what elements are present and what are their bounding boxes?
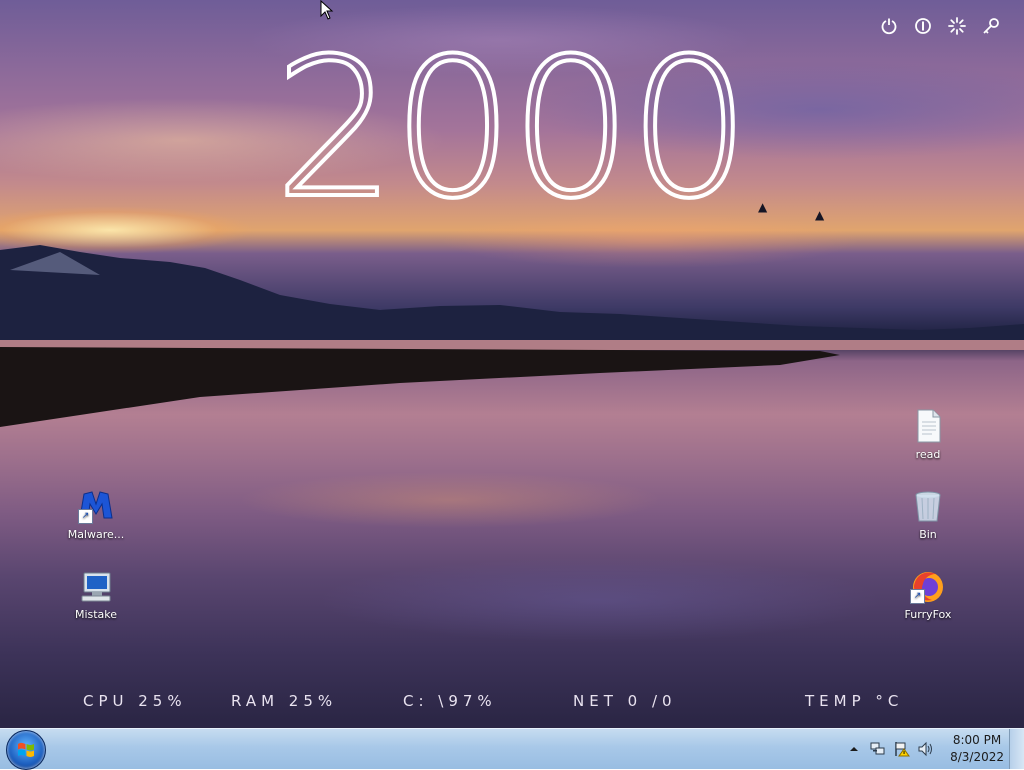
desktop-icon-label: Bin bbox=[919, 528, 937, 541]
recycle-bin-icon bbox=[910, 488, 946, 524]
wallpaper-lake-reflection bbox=[0, 440, 1024, 700]
show-desktop-button[interactable] bbox=[1009, 729, 1024, 769]
system-tray: 8:00 PM 8/3/2022 bbox=[846, 729, 1004, 769]
info-icon[interactable] bbox=[912, 15, 934, 37]
temperature: TEMP °C bbox=[805, 692, 904, 710]
network-usage: NET 0 /0 bbox=[573, 692, 677, 710]
key-icon[interactable] bbox=[980, 15, 1002, 37]
wallpaper-mountains bbox=[0, 245, 1024, 350]
show-hidden-icons-arrow[interactable] bbox=[846, 741, 862, 757]
system-stats-bar: CPU 25% RAM 25% C: \97% NET 0 /0 TEMP °C bbox=[0, 690, 1024, 714]
ram-usage: RAM 25% bbox=[231, 692, 338, 710]
taskbar: 8:00 PM 8/3/2022 bbox=[0, 728, 1024, 770]
computer-monitor-icon bbox=[78, 568, 114, 604]
desktop-icon-read[interactable]: read bbox=[888, 408, 968, 461]
desktop-icon-label: Mistake bbox=[74, 608, 118, 621]
shortcut-arrow-icon: ↗ bbox=[910, 589, 925, 604]
desktop-icon-malwarebytes[interactable]: ↗ Malware... bbox=[56, 488, 136, 541]
mouse-cursor-icon bbox=[320, 0, 334, 20]
text-file-icon bbox=[910, 408, 946, 444]
desktop-icon-label: read bbox=[915, 448, 941, 461]
wallpaper-shoreline bbox=[0, 347, 840, 427]
settings-sun-icon[interactable] bbox=[946, 15, 968, 37]
desktop-icon-label: FurryFox bbox=[904, 608, 952, 621]
taskbar-time: 8:00 PM bbox=[952, 733, 1002, 747]
bird-1: ▲ bbox=[758, 200, 768, 214]
windows-logo-icon bbox=[18, 742, 34, 757]
shortcut-arrow-icon: ↗ bbox=[78, 509, 93, 524]
network-icon[interactable] bbox=[870, 741, 886, 757]
taskbar-clock[interactable]: 8:00 PM 8/3/2022 bbox=[950, 732, 1004, 766]
malwarebytes-icon: ↗ bbox=[78, 488, 114, 524]
desktop-icon-label: Malware... bbox=[67, 528, 125, 541]
bird-2: ▲ bbox=[815, 208, 825, 222]
clock-display: 2000 bbox=[272, 18, 753, 241]
top-right-controls bbox=[878, 15, 1002, 37]
disk-usage: C: \97% bbox=[403, 692, 497, 710]
desktop-icon-mistake[interactable]: Mistake bbox=[56, 568, 136, 621]
start-button[interactable] bbox=[6, 730, 46, 770]
action-center-warning-icon[interactable] bbox=[894, 741, 911, 757]
taskbar-date: 8/3/2022 bbox=[950, 750, 1004, 764]
cpu-usage: CPU 25% bbox=[83, 692, 187, 710]
power-icon[interactable] bbox=[878, 15, 900, 37]
desktop-icon-furryfox[interactable]: ↗ FurryFox bbox=[888, 568, 968, 621]
volume-icon[interactable] bbox=[918, 741, 934, 757]
firefox-icon: ↗ bbox=[910, 568, 946, 604]
desktop-icon-bin[interactable]: Bin bbox=[888, 488, 968, 541]
